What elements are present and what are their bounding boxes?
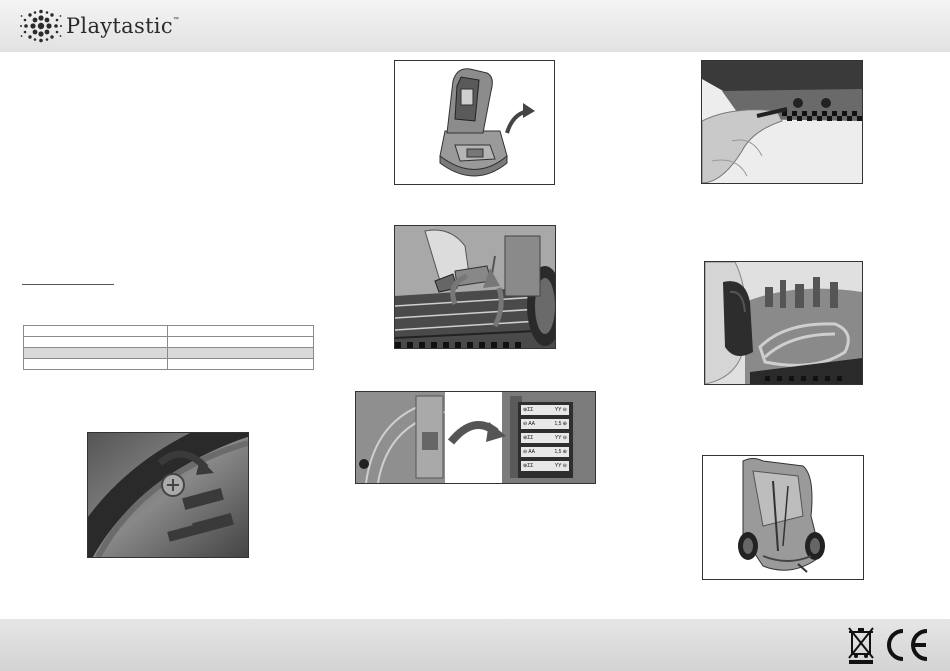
- photo-controller-in-hand: [704, 261, 863, 385]
- specification-table: [23, 325, 314, 370]
- brand-name: Playtastic: [66, 14, 173, 38]
- photo-car-underside: [702, 455, 864, 580]
- battery-label-left: ⊕ΣΣ: [523, 463, 534, 469]
- battery-label-left: ⊖ AA: [523, 421, 535, 427]
- battery-label-left: ⊕ΣΣ: [523, 407, 534, 413]
- photo-track-connection: [394, 225, 556, 349]
- table-cell: [167, 336, 314, 348]
- photo-battery-compartment: [394, 60, 555, 185]
- table-cell: [23, 325, 168, 337]
- diagram-battery-insertion: ⊕ΣΣ ΥΥ ⊖ ⊖ AA 1,5 ⊕ ⊕ΣΣ ΥΥ ⊖ ⊖ AA 1,5 ⊕ …: [355, 391, 596, 484]
- trademark-symbol: ™: [172, 17, 179, 23]
- photo-connector-port: [701, 60, 863, 184]
- ce-mark-icon: [887, 629, 928, 661]
- table-cell: [167, 347, 314, 359]
- section-heading-underline: [22, 284, 114, 285]
- battery-label-right: ΥΥ ⊖: [554, 407, 567, 413]
- weee-bin-icon: [848, 627, 874, 664]
- certification-marks: [846, 626, 932, 664]
- photo-wheel-screw: [87, 432, 249, 558]
- page-footer: [0, 619, 950, 671]
- table-cell: [23, 336, 168, 348]
- table-cell: [23, 358, 168, 370]
- battery-label-right: 1,5 ⊕: [554, 449, 567, 455]
- battery-slot: ⊖ AA 1,5 ⊕: [521, 447, 569, 457]
- brand-logo: Playtastic ™: [18, 8, 179, 44]
- table-cell: [23, 347, 168, 359]
- battery-slot: ⊖ AA 1,5 ⊕: [521, 419, 569, 429]
- table-row: [23, 336, 314, 348]
- table-row: [23, 347, 314, 359]
- battery-label-left: ⊖ AA: [523, 449, 535, 455]
- battery-label-left: ⊕ΣΣ: [523, 435, 534, 441]
- battery-label-right: 1,5 ⊕: [554, 421, 567, 427]
- table-row: [23, 325, 314, 337]
- battery-slot: ⊕ΣΣ ΥΥ ⊖: [521, 433, 569, 443]
- table-cell: [167, 358, 314, 370]
- battery-slot: ⊕ΣΣ ΥΥ ⊖: [521, 461, 569, 471]
- page-header: Playtastic ™: [0, 0, 950, 52]
- battery-label-right: ΥΥ ⊖: [554, 463, 567, 469]
- battery-label-right: ΥΥ ⊖: [554, 435, 567, 441]
- battery-slot: ⊕ΣΣ ΥΥ ⊖: [521, 405, 569, 415]
- logo-dots-icon: [20, 9, 62, 43]
- table-row: [23, 358, 314, 370]
- battery-labels: ⊕ΣΣ ΥΥ ⊖ ⊖ AA 1,5 ⊕ ⊕ΣΣ ΥΥ ⊖ ⊖ AA 1,5 ⊕ …: [521, 405, 569, 471]
- table-cell: [167, 325, 314, 337]
